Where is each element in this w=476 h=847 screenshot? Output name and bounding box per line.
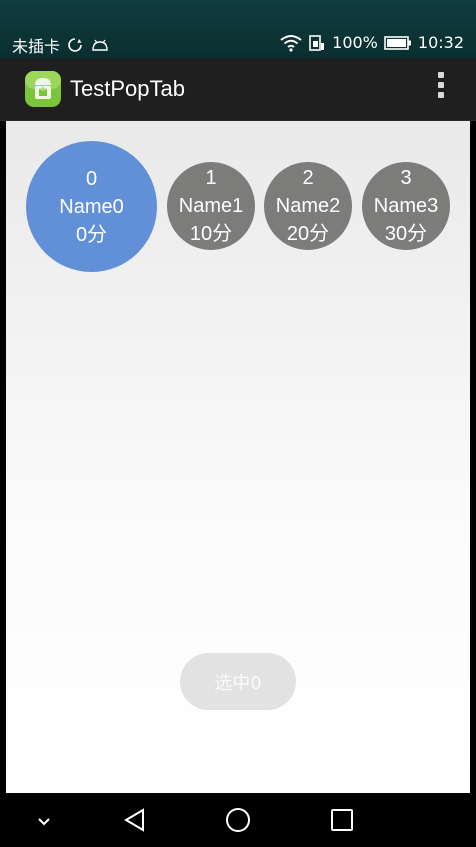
carrier-text: 未插卡 xyxy=(12,37,61,56)
status-bar: 未插卡 100% 10:32 xyxy=(0,0,476,58)
tab-index: 1 xyxy=(205,167,217,189)
wifi-icon xyxy=(280,34,302,52)
status-left: 未插卡 xyxy=(12,33,110,57)
sim-icon xyxy=(308,34,326,52)
tab-3[interactable]: 3 Name3 30分 xyxy=(362,162,450,250)
overflow-dot-icon xyxy=(438,92,444,98)
tab-name: Name3 xyxy=(373,195,439,217)
navigation-bar xyxy=(0,793,476,847)
tab-score: 20分 xyxy=(286,223,330,245)
back-button-icon[interactable] xyxy=(122,807,148,837)
tab-index: 0 xyxy=(85,167,98,190)
tab-2[interactable]: 2 Name2 20分 xyxy=(264,162,352,250)
home-button-icon[interactable] xyxy=(225,807,251,837)
hide-nav-chevron-icon[interactable] xyxy=(34,811,54,835)
selected-indicator-button[interactable]: 选中0 xyxy=(180,653,296,710)
tab-index: 2 xyxy=(302,167,314,189)
clock: 10:32 xyxy=(417,33,464,52)
battery-percent: 100% xyxy=(332,33,378,52)
recents-button-icon[interactable] xyxy=(330,807,354,837)
action-bar: TestPopTab xyxy=(0,58,476,121)
app-title: TestPopTab xyxy=(70,76,185,101)
tab-name: Name2 xyxy=(275,195,341,217)
status-right: 100% 10:32 xyxy=(280,33,464,52)
android-debug-icon xyxy=(90,37,110,53)
main-content: 0 Name0 0分 1 Name1 10分 2 Name2 20分 3 Nam… xyxy=(6,121,470,793)
tab-score: 0分 xyxy=(75,223,108,246)
tab-name: Name0 xyxy=(59,195,124,218)
tab-score: 10分 xyxy=(189,223,233,245)
sync-icon xyxy=(66,36,84,54)
app-launcher-icon xyxy=(24,70,62,108)
tab-index: 3 xyxy=(400,167,412,189)
overflow-menu-button[interactable] xyxy=(436,72,446,104)
overflow-dot-icon xyxy=(438,72,444,78)
tab-0[interactable]: 0 Name0 0分 xyxy=(26,141,157,272)
tab-score: 30分 xyxy=(384,223,428,245)
overflow-dot-icon xyxy=(438,82,444,88)
tab-name: Name1 xyxy=(178,195,244,217)
battery-icon xyxy=(384,35,412,50)
tab-1[interactable]: 1 Name1 10分 xyxy=(167,162,255,250)
